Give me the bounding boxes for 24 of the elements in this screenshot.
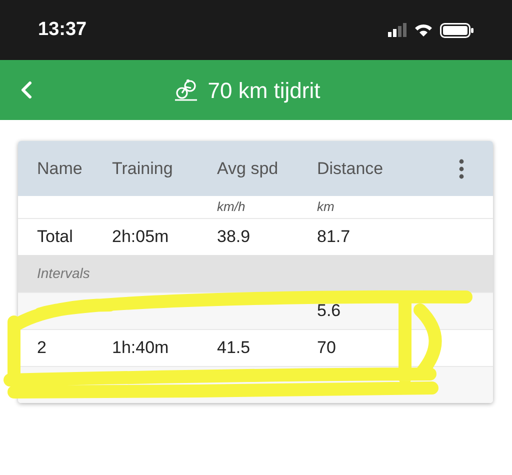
table-cell: 41.5	[217, 338, 250, 357]
section-label: Intervals	[37, 264, 90, 283]
table-cell: 70	[317, 338, 336, 357]
column-header[interactable]: Name	[37, 158, 82, 178]
status-time: 13:37	[38, 18, 87, 42]
table-cell: 2	[37, 338, 46, 357]
unit-label: km/h	[217, 199, 246, 214]
cyclist-icon	[174, 79, 198, 101]
column-header[interactable]: Distance	[317, 158, 384, 178]
table-cell: 2h:05m	[112, 227, 169, 246]
kebab-icon	[458, 158, 464, 178]
page-title: 70 km tijdrit	[208, 76, 320, 105]
chevron-left-icon	[20, 81, 32, 99]
column-header[interactable]: Training	[112, 158, 173, 178]
table-cell: 81.7	[317, 227, 350, 246]
table-cell: 38.9	[217, 227, 250, 246]
column-header[interactable]: Avg spd	[217, 158, 278, 178]
table-cell: Total	[37, 227, 73, 246]
table-cell: 5.6	[317, 301, 341, 320]
battery-icon	[440, 22, 474, 38]
table-cell: 1h:40m	[112, 338, 169, 357]
signal-icon	[388, 23, 407, 37]
unit-label: km	[317, 199, 334, 214]
wifi-icon	[415, 24, 432, 36]
